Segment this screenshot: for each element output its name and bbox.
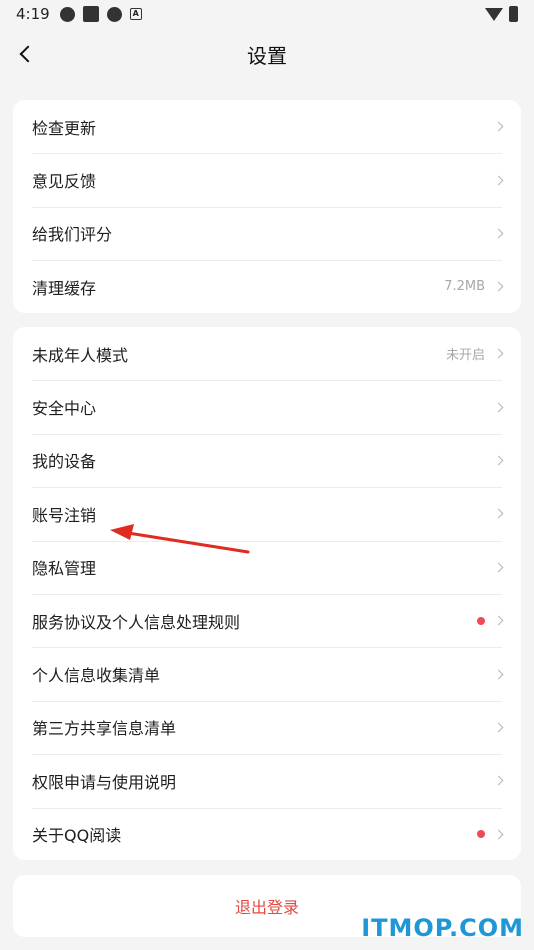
chevron-right-icon xyxy=(493,348,504,359)
settings-item-label: 第三方共享信息清单 xyxy=(32,719,177,739)
settings-item-about[interactable]: 关于QQ阅读 xyxy=(13,807,521,861)
settings-item-privacy-management[interactable]: 隐私管理 xyxy=(13,540,521,594)
chevron-right-icon xyxy=(493,562,504,573)
battery-icon xyxy=(509,6,518,22)
cache-size-value: 7.2MB xyxy=(444,279,485,295)
settings-item-label: 服务协议及个人信息处理规则 xyxy=(32,612,241,632)
unread-dot-badge xyxy=(477,616,485,625)
settings-item-label: 意见反馈 xyxy=(32,172,97,192)
settings-item-account-deletion[interactable]: 账号注销 xyxy=(13,487,521,540)
watermark-logo: ITMOP.COM xyxy=(361,914,524,942)
a-notification-icon: A xyxy=(129,8,142,20)
status-time: 4:19 xyxy=(16,5,50,23)
settings-item-rate-us[interactable]: 给我们评分 xyxy=(13,206,521,260)
chevron-right-icon xyxy=(493,175,504,186)
settings-item-permissions[interactable]: 权限申请与使用说明 xyxy=(13,754,521,807)
chevron-right-icon xyxy=(493,121,504,132)
chevron-right-icon xyxy=(493,402,504,413)
settings-item-clear-cache[interactable]: 清理缓存 7.2MB xyxy=(13,260,521,313)
chevron-right-icon xyxy=(493,508,504,519)
settings-item-label: 账号注销 xyxy=(32,505,97,525)
wifi-icon xyxy=(485,7,503,21)
settings-item-label: 安全中心 xyxy=(32,399,97,419)
settings-item-label: 关于QQ阅读 xyxy=(32,826,122,846)
settings-item-check-update[interactable]: 检查更新 xyxy=(13,100,521,153)
minor-mode-status: 未开启 xyxy=(445,348,485,364)
settings-item-my-devices[interactable]: 我的设备 xyxy=(13,433,521,487)
settings-item-label: 检查更新 xyxy=(32,118,97,138)
settings-item-service-agreement[interactable]: 服务协议及个人信息处理规则 xyxy=(13,593,521,647)
settings-item-label: 清理缓存 xyxy=(32,278,97,298)
chevron-right-icon xyxy=(493,829,504,840)
chevron-right-icon xyxy=(493,615,504,626)
page-title: 设置 xyxy=(247,44,287,68)
settings-item-label: 隐私管理 xyxy=(32,559,97,579)
settings-group-general: 检查更新 意见反馈 给我们评分 清理缓存 7.2MB xyxy=(13,100,521,313)
settings-item-minor-mode[interactable]: 未成年人模式 未开启 xyxy=(13,327,521,380)
settings-item-label: 权限申请与使用说明 xyxy=(32,772,177,792)
unread-dot-badge xyxy=(477,830,485,839)
status-bar: 4:19 A xyxy=(0,0,534,28)
settings-item-third-party-sharing[interactable]: 第三方共享信息清单 xyxy=(13,700,521,754)
chevron-right-icon xyxy=(493,669,504,679)
settings-item-label: 个人信息收集清单 xyxy=(32,666,161,686)
settings-group-account: 未成年人模式 未开启 安全中心 我的设备 账号注销 隐私管理 服务协议及个人信息… xyxy=(13,327,521,860)
chevron-right-icon xyxy=(493,775,504,786)
settings-item-personal-info-list[interactable]: 个人信息收集清单 xyxy=(13,647,521,700)
app-notification-icon xyxy=(59,6,75,22)
settings-item-label: 给我们评分 xyxy=(32,225,113,245)
chevron-right-icon xyxy=(493,228,504,239)
chevron-right-icon xyxy=(493,455,504,466)
notification-square-icon xyxy=(82,6,99,22)
app-notification-icon-2 xyxy=(106,6,122,22)
nav-bar: 设置 xyxy=(0,28,534,80)
settings-item-security-center[interactable]: 安全中心 xyxy=(13,380,521,433)
settings-item-label: 我的设备 xyxy=(32,452,97,472)
settings-item-feedback[interactable]: 意见反馈 xyxy=(13,153,521,206)
chevron-right-icon xyxy=(493,281,504,292)
chevron-right-icon xyxy=(493,722,504,733)
settings-item-label: 未成年人模式 xyxy=(32,345,129,365)
